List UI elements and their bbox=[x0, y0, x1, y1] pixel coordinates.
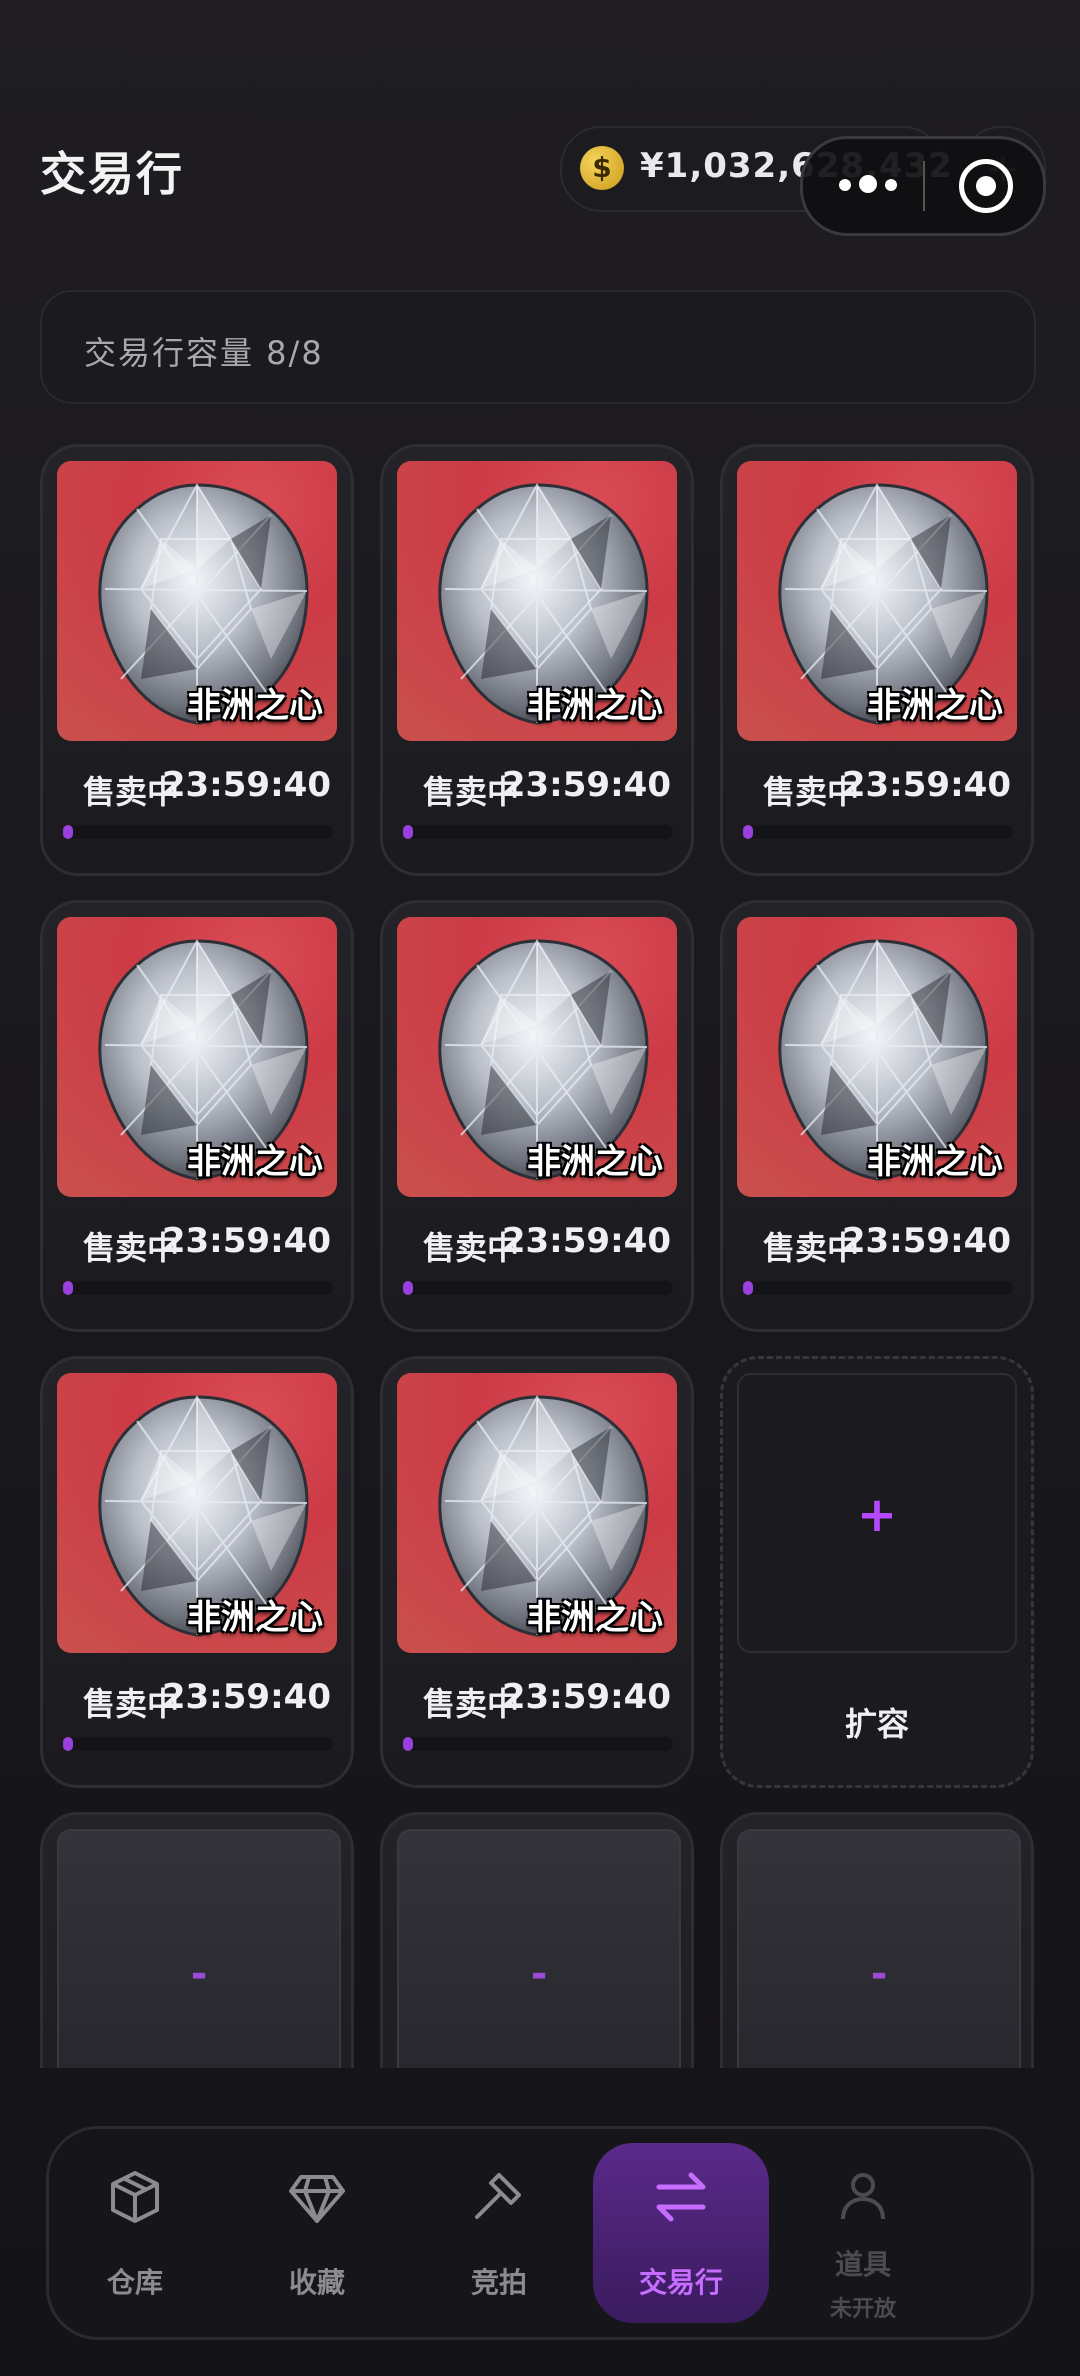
listing-progress bbox=[743, 1281, 1013, 1295]
listing-card[interactable]: 非洲之心 售卖中 23:59:40 bbox=[380, 900, 694, 1332]
listing-progress bbox=[63, 825, 333, 839]
progress-fill bbox=[63, 1281, 73, 1295]
dash-icon: - bbox=[530, 1951, 548, 1997]
progress-fill bbox=[403, 1281, 413, 1295]
page-title: 交易行 bbox=[40, 147, 184, 201]
nav-item-warehouse[interactable]: 仓库 bbox=[47, 2143, 223, 2323]
nav-label: 道具 bbox=[834, 2248, 891, 2281]
nav-label: 竞拍 bbox=[470, 2266, 527, 2299]
nav-label: 仓库 bbox=[106, 2266, 163, 2299]
item-thumbnail: 非洲之心 bbox=[397, 461, 677, 741]
plus-icon: + bbox=[856, 1487, 898, 1543]
locked-placeholder: - bbox=[397, 1829, 681, 2068]
item-name: 非洲之心 bbox=[867, 686, 1003, 726]
progress-fill bbox=[743, 825, 753, 839]
capacity-bar: 交易行容量 8/8 bbox=[40, 290, 1036, 404]
more-icon[interactable] bbox=[839, 169, 909, 199]
close-target-icon[interactable] bbox=[959, 159, 1013, 213]
capsule-divider bbox=[923, 161, 925, 211]
locked-placeholder: - bbox=[737, 1829, 1021, 2068]
listing-progress bbox=[403, 825, 673, 839]
listing-card[interactable]: 非洲之心 售卖中 23:59:40 bbox=[380, 444, 694, 876]
progress-fill bbox=[743, 1281, 753, 1295]
listing-timer: 23:59:40 bbox=[161, 1221, 331, 1261]
listing-card[interactable]: 非洲之心 售卖中 23:59:40 bbox=[40, 1356, 354, 1788]
item-thumbnail: 非洲之心 bbox=[397, 1373, 677, 1653]
locked-slot: - bbox=[40, 1812, 354, 2068]
item-name: 非洲之心 bbox=[527, 686, 663, 726]
progress-fill bbox=[403, 825, 413, 839]
bottom-nav: 仓库 收藏 竞拍 交易行 道具未开放 bbox=[46, 2126, 1034, 2340]
item-thumbnail: 非洲之心 bbox=[737, 917, 1017, 1197]
header: 交易行 $ ¥1,032,628,432 + bbox=[0, 0, 1080, 260]
listing-progress bbox=[403, 1281, 673, 1295]
nav-sublabel: 未开放 bbox=[829, 2297, 896, 2322]
listing-timer: 23:59:40 bbox=[161, 765, 331, 805]
listing-timer: 23:59:40 bbox=[161, 1677, 331, 1717]
nav-item-auction[interactable]: 竞拍 bbox=[411, 2143, 587, 2323]
listing-card[interactable]: 非洲之心 售卖中 23:59:40 bbox=[720, 900, 1034, 1332]
listing-timer: 23:59:40 bbox=[501, 1677, 671, 1717]
coin-icon: $ bbox=[580, 146, 624, 190]
listing-card[interactable]: 非洲之心 售卖中 23:59:40 bbox=[380, 1356, 694, 1788]
listing-progress bbox=[403, 1737, 673, 1751]
nav-label: 收藏 bbox=[288, 2266, 345, 2299]
listing-card[interactable]: 非洲之心 售卖中 23:59:40 bbox=[40, 444, 354, 876]
item-thumbnail: 非洲之心 bbox=[57, 461, 337, 741]
item-name: 非洲之心 bbox=[527, 1142, 663, 1182]
diamond-icon bbox=[287, 2167, 347, 2227]
expand-label: 扩容 bbox=[844, 1705, 909, 1743]
listing-timer: 23:59:40 bbox=[841, 765, 1011, 805]
nav-item-props: 道具 未开放 bbox=[775, 2143, 951, 2323]
listing-timer: 23:59:40 bbox=[841, 1221, 1011, 1261]
item-name: 非洲之心 bbox=[187, 1142, 323, 1182]
person-icon bbox=[833, 2167, 893, 2227]
listing-card[interactable]: 非洲之心 售卖中 23:59:40 bbox=[40, 900, 354, 1332]
item-thumbnail: 非洲之心 bbox=[737, 461, 1017, 741]
listing-card[interactable]: 非洲之心 售卖中 23:59:40 bbox=[720, 444, 1034, 876]
item-name: 非洲之心 bbox=[867, 1142, 1003, 1182]
locked-slot: - bbox=[380, 1812, 694, 2068]
box-icon bbox=[105, 2167, 165, 2227]
nav-label: 交易行 bbox=[638, 2266, 723, 2299]
item-name: 非洲之心 bbox=[187, 1598, 323, 1638]
dash-icon: - bbox=[190, 1951, 208, 1997]
capacity-label: 交易行容量 8/8 bbox=[84, 334, 324, 372]
dash-icon: - bbox=[870, 1951, 888, 1997]
locked-placeholder: - bbox=[57, 1829, 341, 2068]
item-thumbnail: 非洲之心 bbox=[397, 917, 677, 1197]
item-name: 非洲之心 bbox=[527, 1598, 663, 1638]
nav-item-collection[interactable]: 收藏 bbox=[229, 2143, 405, 2323]
listing-progress bbox=[63, 1281, 333, 1295]
item-name: 非洲之心 bbox=[187, 686, 323, 726]
locked-slot: - bbox=[720, 1812, 1034, 2068]
item-thumbnail: 非洲之心 bbox=[57, 1373, 337, 1653]
expand-placeholder: + bbox=[737, 1373, 1017, 1653]
listing-grid: 非洲之心 售卖中 23:59:40 非洲之心 售卖中 23:59:40 非洲之心… bbox=[40, 444, 1040, 2068]
expand-slot[interactable]: + 扩容 bbox=[720, 1356, 1034, 1788]
mini-program-capsule bbox=[800, 136, 1046, 236]
progress-fill bbox=[63, 1737, 73, 1751]
progress-fill bbox=[63, 825, 73, 839]
listing-progress bbox=[743, 825, 1013, 839]
item-thumbnail: 非洲之心 bbox=[57, 917, 337, 1197]
listing-timer: 23:59:40 bbox=[501, 765, 671, 805]
listing-timer: 23:59:40 bbox=[501, 1221, 671, 1261]
listing-progress bbox=[63, 1737, 333, 1751]
progress-fill bbox=[403, 1737, 413, 1751]
swap-arrows-icon bbox=[651, 2167, 711, 2227]
nav-item-market[interactable]: 交易行 bbox=[593, 2143, 769, 2323]
hammer-icon bbox=[469, 2167, 529, 2227]
